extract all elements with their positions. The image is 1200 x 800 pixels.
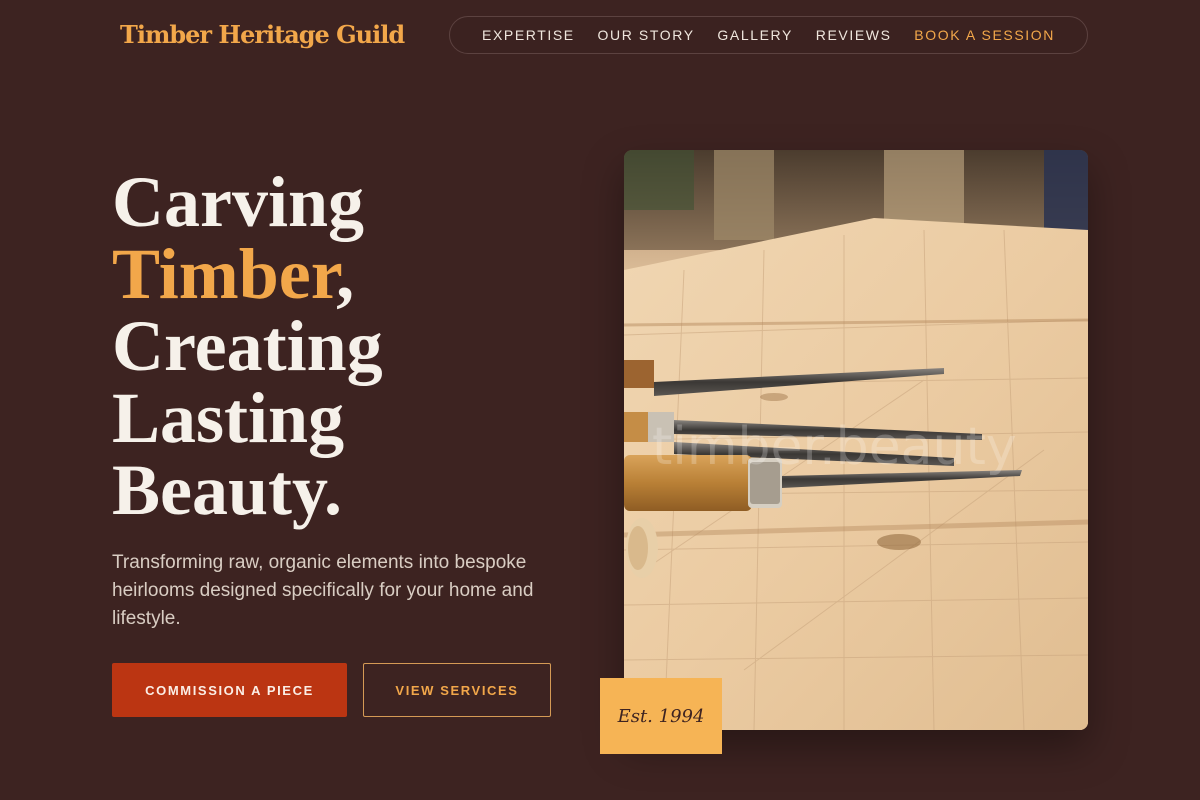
established-badge: Est. 1994 bbox=[600, 678, 722, 754]
headline-line-3: Creating bbox=[112, 306, 383, 386]
headline-comma: , bbox=[336, 234, 355, 314]
commission-a-piece-button[interactable]: COMMISSION A PIECE bbox=[112, 663, 347, 717]
main-nav: EXPERTISE OUR STORY GALLERY REVIEWS BOOK… bbox=[449, 16, 1088, 54]
nav-item-gallery[interactable]: GALLERY bbox=[717, 27, 793, 43]
carving-tools-illustration: timber.beauty bbox=[624, 150, 1088, 730]
hero-lead-text: Transforming raw, organic elements into … bbox=[112, 552, 534, 629]
hero-headline: Carving Timber, Creating Lasting Beauty. bbox=[112, 166, 383, 526]
headline-line-4: Lasting bbox=[112, 378, 345, 458]
nav-item-reviews[interactable]: REVIEWS bbox=[816, 27, 892, 43]
view-services-button[interactable]: VIEW SERVICES bbox=[363, 663, 551, 717]
headline-line-2: Timber, bbox=[112, 238, 383, 310]
photo-watermark: timber.beauty bbox=[652, 417, 1017, 477]
nav-item-our-story[interactable]: OUR STORY bbox=[598, 27, 695, 43]
brand-logo[interactable]: Timber Heritage Guild bbox=[120, 20, 405, 49]
headline-accent-word: Timber bbox=[112, 234, 337, 314]
headline-line-1: Carving bbox=[112, 162, 364, 242]
headline-line-5: Beauty. bbox=[112, 450, 343, 530]
hero-photo-carving-tools: timber.beauty bbox=[624, 150, 1088, 730]
nav-item-book-a-session[interactable]: BOOK A SESSION bbox=[914, 27, 1055, 43]
nav-item-expertise[interactable]: EXPERTISE bbox=[482, 27, 575, 43]
